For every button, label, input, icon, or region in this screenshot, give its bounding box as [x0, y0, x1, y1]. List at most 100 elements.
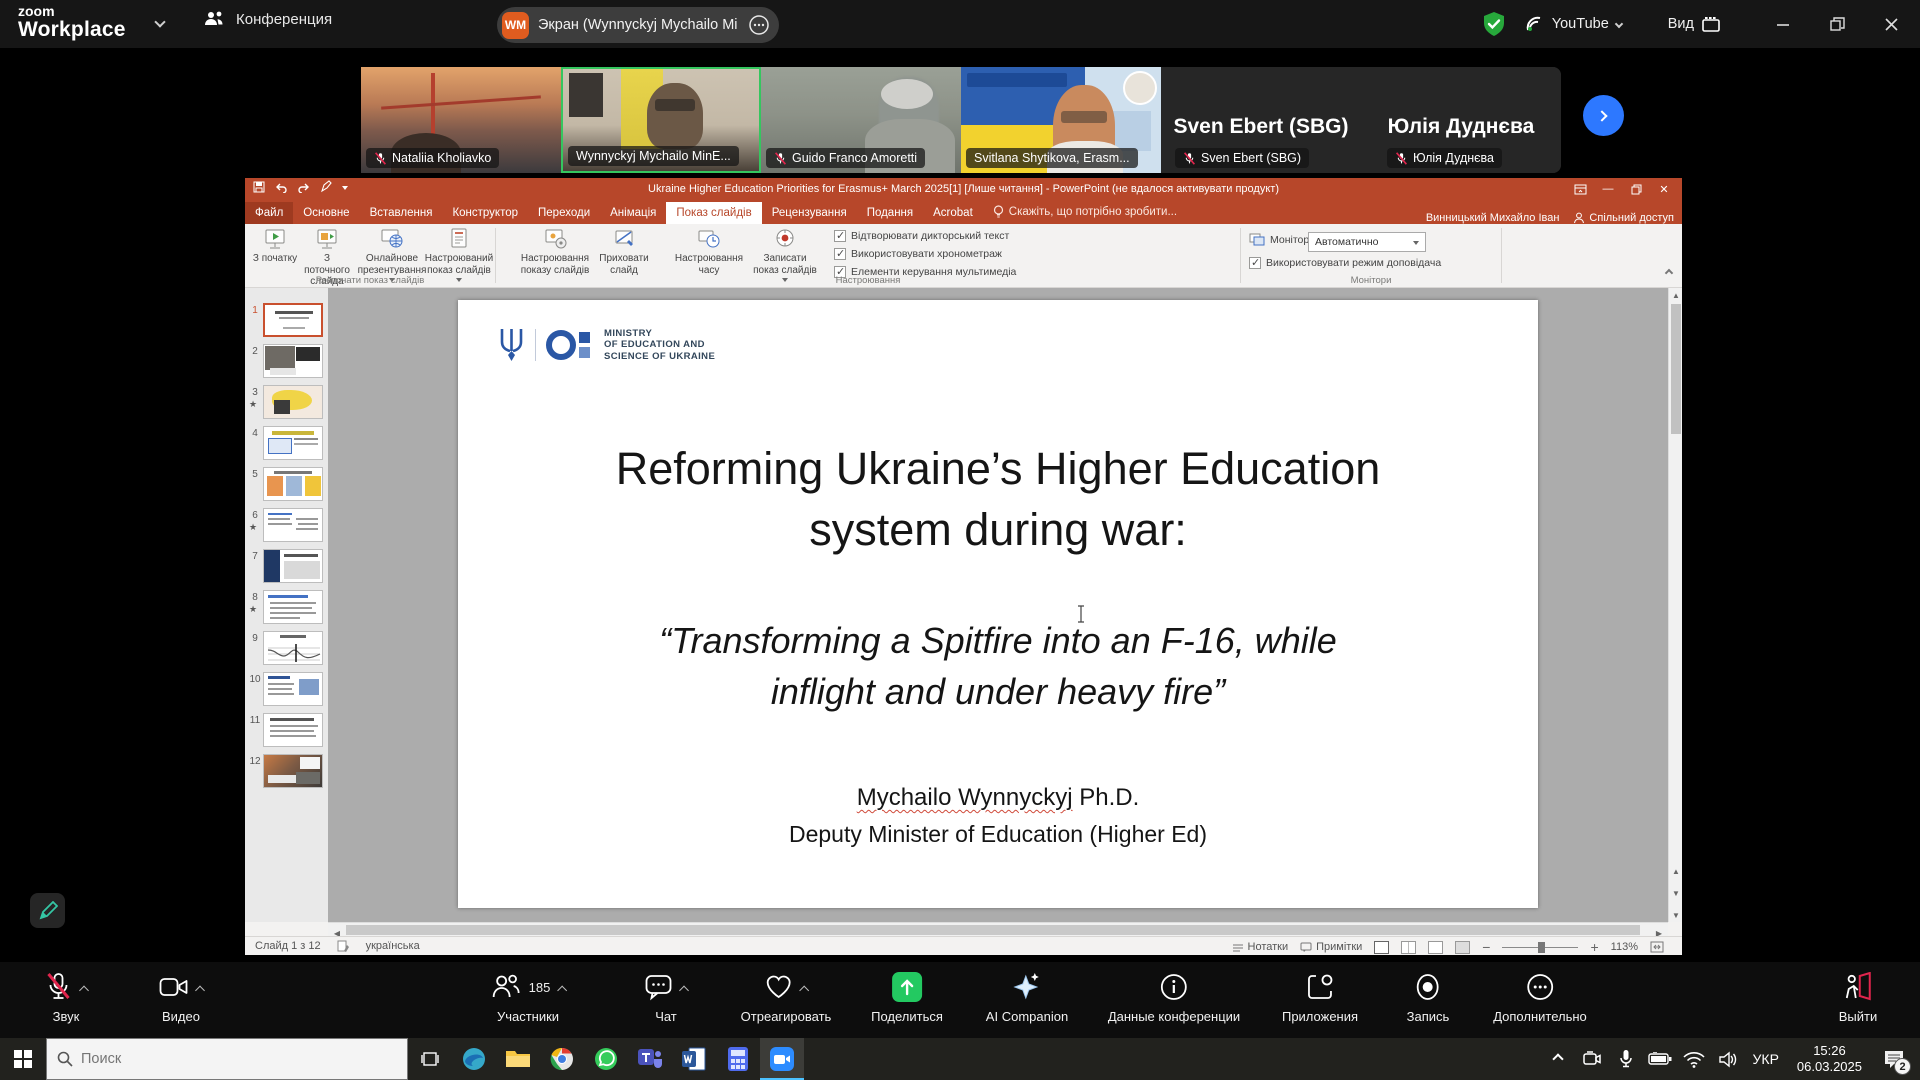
- video-tile[interactable]: Svitlana Shytikova, Erasm...: [961, 67, 1161, 173]
- restore-button[interactable]: [1822, 9, 1852, 39]
- slide-thumbnail[interactable]: [263, 549, 323, 583]
- tab-animations[interactable]: Анімація: [600, 202, 666, 224]
- slide-thumbnail[interactable]: [263, 631, 323, 665]
- present-online-button[interactable]: Онлайнове презентування: [361, 227, 423, 282]
- word-app-icon[interactable]: [672, 1038, 716, 1080]
- task-view-button[interactable]: [408, 1038, 452, 1080]
- slide-sorter-view-button[interactable]: [1401, 941, 1416, 954]
- slide-thumbnail[interactable]: [263, 508, 323, 542]
- monitor-dropdown[interactable]: Автоматично: [1308, 232, 1426, 252]
- meeting-info-button[interactable]: Данные конференции: [1108, 970, 1240, 1024]
- ribbon-display-options-icon[interactable]: [1566, 178, 1594, 200]
- file-explorer-app-icon[interactable]: [496, 1038, 540, 1080]
- play-narrations-checkbox[interactable]: Відтворювати дикторський текст: [834, 230, 1009, 242]
- spellcheck-icon[interactable]: [337, 939, 350, 952]
- audio-button[interactable]: Звук: [45, 970, 88, 1024]
- slide-thumbnail[interactable]: [263, 713, 323, 747]
- tab-insert[interactable]: Вставлення: [360, 202, 443, 224]
- video-button[interactable]: Видео: [159, 970, 204, 1024]
- zoom-app-icon[interactable]: [760, 1038, 804, 1080]
- zoom-percent[interactable]: 113%: [1611, 941, 1638, 953]
- meet-now-icon[interactable]: [1577, 1038, 1607, 1080]
- search-input[interactable]: [81, 1051, 371, 1067]
- scroll-up-icon[interactable]: ▲: [1669, 288, 1683, 302]
- slide-thumbnail[interactable]: [263, 426, 323, 460]
- slide-thumbnail[interactable]: [263, 385, 323, 419]
- more-button[interactable]: Дополнительно: [1493, 970, 1587, 1024]
- zoom-slider-thumb[interactable]: [1538, 942, 1545, 953]
- participants-button[interactable]: 185 Участники: [491, 970, 566, 1024]
- notification-center-button[interactable]: 2: [1874, 1038, 1914, 1080]
- language-indicator[interactable]: УКР: [1747, 1051, 1785, 1067]
- chrome-app-icon[interactable]: [540, 1038, 584, 1080]
- slide-thumbnail[interactable]: [263, 672, 323, 706]
- horizontal-scrollbar[interactable]: ◀ ▶: [328, 922, 1668, 936]
- audio-only-tile[interactable]: Юлія Дуднєва Юлія Дуднєва: [1361, 67, 1561, 173]
- teams-app-icon[interactable]: [628, 1038, 672, 1080]
- start-button[interactable]: [0, 1038, 46, 1080]
- tab-file[interactable]: Файл: [245, 202, 293, 224]
- rehearse-timings-button[interactable]: Настроювання часу: [672, 227, 746, 276]
- normal-view-button[interactable]: [1374, 941, 1389, 954]
- security-shield-icon[interactable]: [1481, 11, 1507, 37]
- presenter-view-checkbox[interactable]: Використовувати режим доповідача: [1249, 257, 1441, 269]
- tab-acrobat[interactable]: Acrobat: [923, 202, 983, 224]
- battery-icon[interactable]: [1645, 1038, 1675, 1080]
- tab-slideshow-active[interactable]: Показ слайдів: [666, 202, 761, 224]
- video-options-chevron[interactable]: [195, 985, 205, 995]
- tab-transitions[interactable]: Переходи: [528, 202, 600, 224]
- slideshow-view-button[interactable]: [1455, 941, 1470, 954]
- scrollbar-thumb[interactable]: [1671, 304, 1681, 434]
- record-button[interactable]: Запись: [1407, 970, 1450, 1024]
- close-button[interactable]: [1876, 9, 1906, 39]
- next-participants-button[interactable]: [1583, 95, 1624, 136]
- record-slideshow-button[interactable]: Записати показ слайдів: [750, 227, 820, 282]
- ai-companion-button[interactable]: AI Companion: [986, 970, 1068, 1024]
- hide-slide-button[interactable]: Приховати слайд: [596, 227, 652, 276]
- zoom-slider[interactable]: [1502, 947, 1578, 948]
- wifi-icon[interactable]: [1679, 1038, 1709, 1080]
- tell-me-box[interactable]: Скажіть, що потрібно зробити...: [983, 200, 1187, 224]
- chat-button[interactable]: Чат: [645, 970, 688, 1024]
- scroll-down-icon[interactable]: ▼: [1669, 908, 1683, 922]
- slide-thumbnail[interactable]: [263, 303, 323, 337]
- microphone-tray-icon[interactable]: [1611, 1038, 1641, 1080]
- slide-thumbnail[interactable]: [263, 754, 323, 788]
- react-options-chevron[interactable]: [799, 985, 809, 995]
- share-screen-button[interactable]: Поделиться: [871, 970, 943, 1024]
- minimize-button[interactable]: [1768, 9, 1798, 39]
- chat-options-chevron[interactable]: [679, 985, 689, 995]
- next-slide-icon[interactable]: ▼: [1669, 886, 1683, 900]
- tab-view[interactable]: Подання: [857, 202, 923, 224]
- previous-slide-icon[interactable]: ▲: [1669, 864, 1683, 878]
- calculator-app-icon[interactable]: [716, 1038, 760, 1080]
- participants-options-chevron[interactable]: [557, 985, 567, 995]
- meeting-tab[interactable]: Конференция: [204, 10, 332, 28]
- notes-button[interactable]: Нотатки: [1232, 941, 1289, 953]
- zoom-in-button[interactable]: +: [1590, 939, 1598, 955]
- taskbar-search-box[interactable]: [46, 1038, 408, 1080]
- collapse-ribbon-button[interactable]: [1666, 263, 1672, 281]
- from-beginning-button[interactable]: З початку: [249, 227, 301, 265]
- language-indicator[interactable]: українська: [366, 940, 420, 952]
- tab-review[interactable]: Рецензування: [762, 202, 857, 224]
- video-tile[interactable]: Nataliia Kholiavko: [361, 67, 561, 173]
- tab-design[interactable]: Конструктор: [442, 202, 528, 224]
- setup-slideshow-button[interactable]: Настроювання показу слайдів: [518, 227, 592, 276]
- video-tile-active-speaker[interactable]: Wynnyckyj Mychailo MinE...: [561, 67, 761, 173]
- account-name[interactable]: Винницький Михайло Іван: [1426, 212, 1560, 224]
- comments-button[interactable]: Примітки: [1300, 941, 1362, 953]
- audio-only-tile[interactable]: Sven Ebert (SBG) Sven Ebert (SBG): [1161, 67, 1361, 173]
- react-button[interactable]: Отреагировать: [741, 970, 832, 1024]
- edge-app-icon[interactable]: [452, 1038, 496, 1080]
- more-options-icon[interactable]: [747, 13, 771, 37]
- hidden-icons-chevron[interactable]: [1543, 1038, 1573, 1080]
- annotation-tool-button[interactable]: [30, 893, 65, 928]
- slide-thumbnail[interactable]: [263, 344, 323, 378]
- vertical-scrollbar[interactable]: ▲ ▲ ▼ ▼: [1668, 288, 1682, 922]
- view-button[interactable]: Вид: [1668, 16, 1720, 32]
- live-stream-indicator[interactable]: YouTube: [1525, 15, 1622, 33]
- chevron-down-icon[interactable]: [154, 16, 165, 27]
- scrollbar-thumb[interactable]: [346, 925, 1640, 935]
- slide-thumbnail[interactable]: [263, 467, 323, 501]
